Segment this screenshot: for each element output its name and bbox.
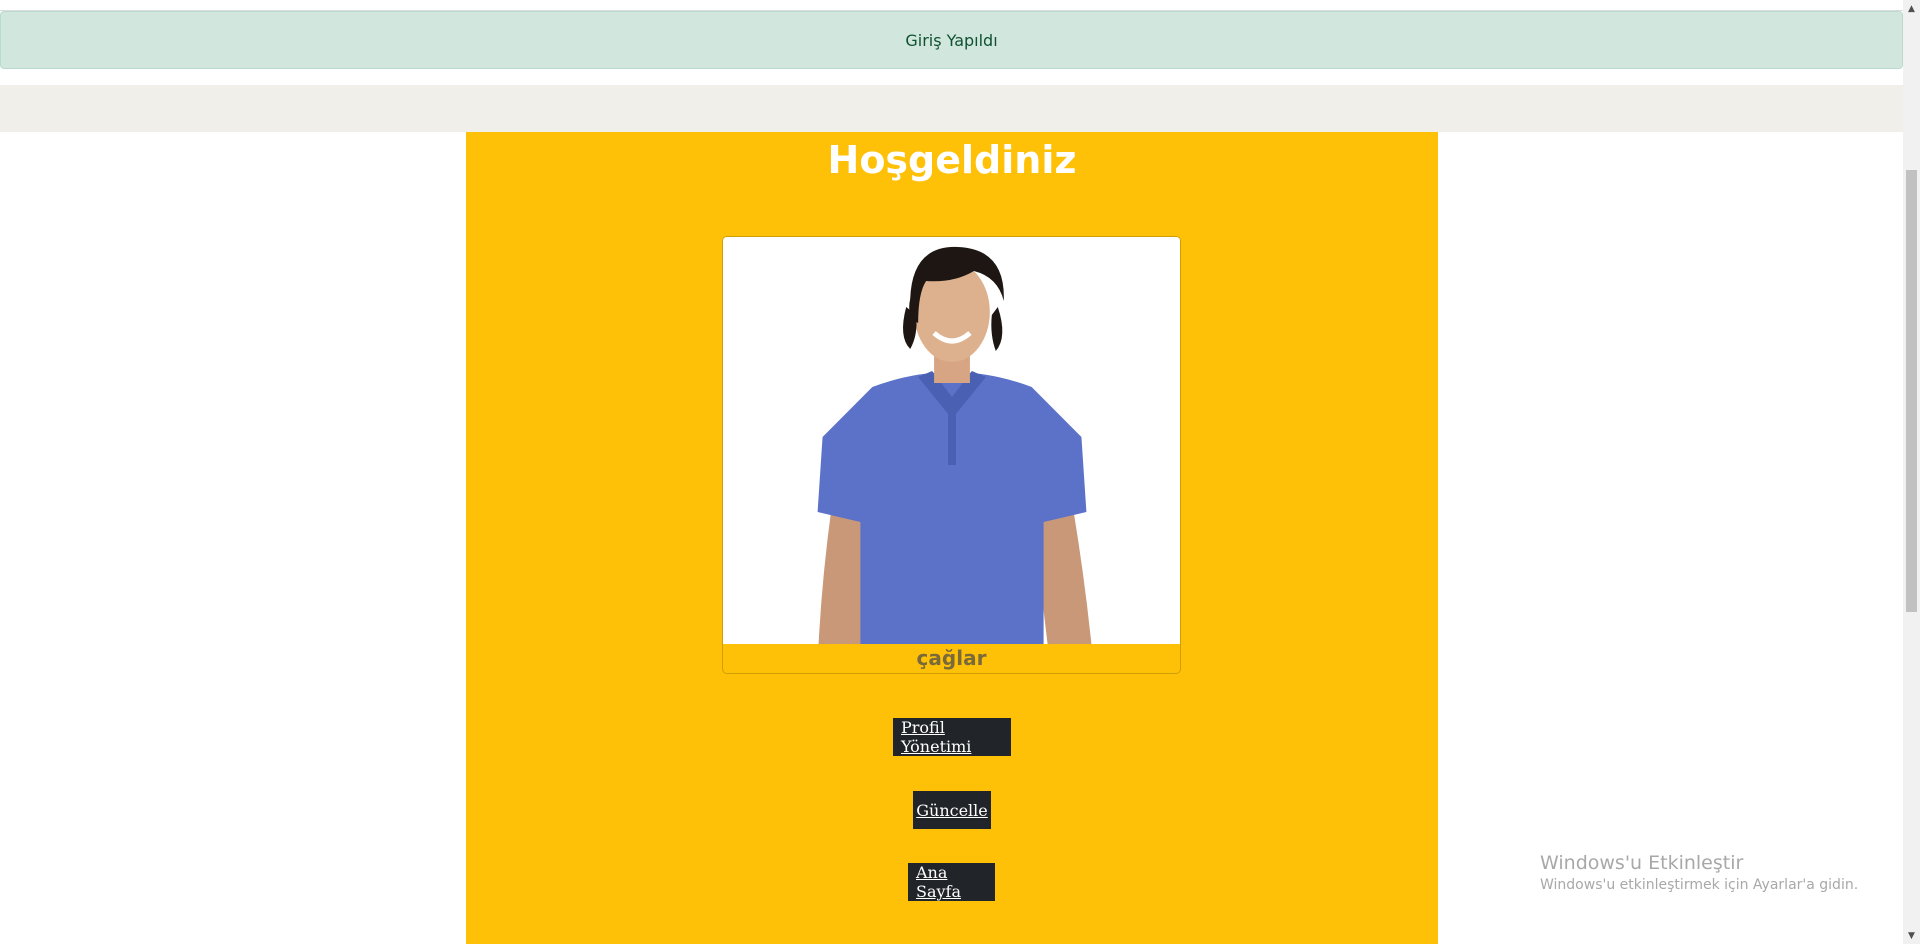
scrollbar-thumb[interactable] [1906, 170, 1917, 612]
chevron-down-icon[interactable]: ▼ [1903, 927, 1920, 944]
person-illustration [723, 237, 1180, 644]
chevron-up-icon[interactable]: ▲ [1903, 0, 1920, 17]
success-alert: Giriş Yapıldı [0, 11, 1903, 69]
profile-photo [723, 237, 1180, 644]
alert-text: Giriş Yapıldı [905, 30, 998, 50]
welcome-panel: Hoşgeldiniz çağlar Profil Yönetimi Günce… [466, 132, 1438, 944]
profile-name: çağlar [916, 646, 987, 670]
top-border [0, 0, 1903, 11]
windows-activation-watermark: Windows'u Etkinleştir Windows'u etkinleş… [1540, 851, 1858, 895]
watermark-subtitle: Windows'u etkinleştirmek için Ayarlar'a … [1540, 877, 1859, 893]
home-button[interactable]: Ana Sayfa [908, 863, 995, 901]
nav-band [0, 85, 1903, 132]
watermark-title: Windows'u Etkinleştir [1540, 852, 1744, 874]
page-title: Hoşgeldiniz [827, 138, 1077, 182]
update-button[interactable]: Güncelle [913, 791, 991, 829]
profile-management-button[interactable]: Profil Yönetimi [893, 718, 1011, 756]
vertical-scrollbar[interactable]: ▲ ▼ [1903, 0, 1920, 944]
profile-card: çağlar [722, 236, 1181, 674]
